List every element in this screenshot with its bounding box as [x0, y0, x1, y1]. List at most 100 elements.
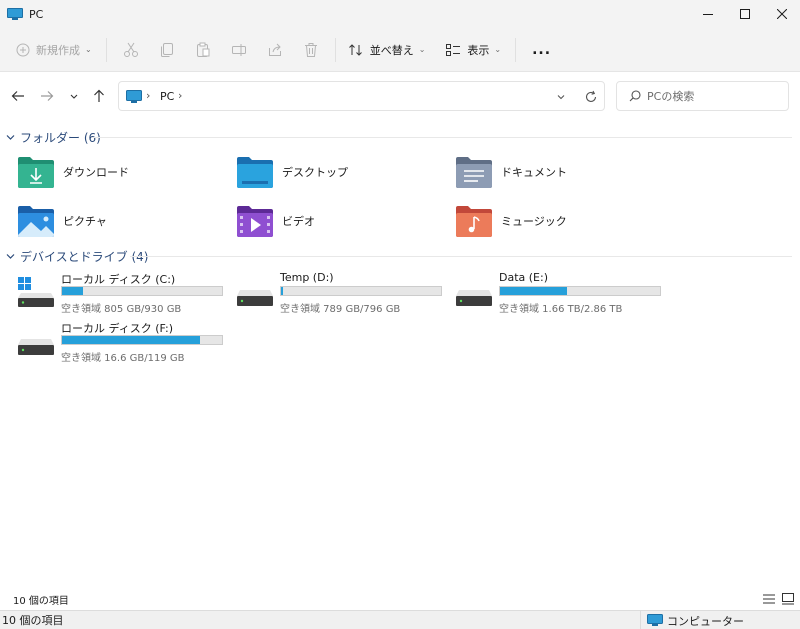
section-divider — [92, 137, 792, 138]
more-options-button[interactable]: ... — [526, 35, 557, 65]
minimize-button[interactable] — [689, 0, 726, 28]
new-button-label: 新規作成 — [36, 43, 80, 57]
drive-f[interactable]: ローカル ディスク (F:) 空き領域 16.6 GB/119 GB — [17, 320, 227, 364]
up-button[interactable] — [90, 87, 108, 105]
status-bar: 10 個の項目 — [0, 590, 800, 608]
bottom-item-count: 10 個の項目 — [2, 614, 64, 627]
drive-name: Temp (D:) — [280, 271, 334, 284]
computer-label: コンピューター — [667, 614, 744, 628]
sort-button[interactable]: 並べ替え ⌄ — [342, 35, 432, 65]
close-button[interactable] — [763, 0, 800, 28]
drive-usage-bar — [280, 286, 442, 296]
breadcrumb-separator-icon[interactable]: › — [178, 89, 182, 102]
folder-name: ダウンロード — [63, 166, 129, 179]
chevron-down-icon — [70, 94, 78, 99]
drive-usage-fill — [62, 336, 200, 344]
share-button[interactable] — [257, 35, 293, 65]
back-button[interactable] — [9, 87, 27, 105]
hard-drive-icon — [237, 290, 273, 306]
rename-button[interactable] — [221, 35, 257, 65]
folder-pictures[interactable]: ピクチャ — [17, 201, 217, 241]
copy-button[interactable] — [149, 35, 185, 65]
folders-section-label: フォルダー (6) — [20, 131, 101, 145]
view-button-label: 表示 — [467, 43, 490, 57]
paste-button[interactable] — [185, 35, 221, 65]
folder-documents[interactable]: ドキュメント — [455, 152, 655, 192]
folder-downloads[interactable]: ダウンロード — [17, 152, 217, 192]
pc-icon — [7, 8, 23, 20]
hard-drive-icon — [456, 290, 492, 306]
window-title: PC — [29, 7, 44, 21]
forward-button[interactable] — [38, 87, 56, 105]
new-button[interactable]: 新規作成 ⌄ — [16, 42, 92, 58]
delete-button[interactable] — [293, 35, 329, 65]
toolbar-divider — [105, 37, 107, 62]
drive-free-space: 空き領域 789 GB/796 GB — [280, 304, 401, 315]
command-bar: 新規作成 ⌄ 並べ替え ⌄ 表示 ⌄ ... — [0, 28, 800, 72]
arrow-right-icon — [41, 91, 54, 101]
search-placeholder: PCの検索 — [647, 90, 695, 103]
close-icon — [776, 9, 787, 19]
system-drive-icon — [18, 277, 54, 307]
details-view-button[interactable] — [761, 592, 777, 606]
breadcrumb-pc[interactable]: PC — [160, 90, 174, 103]
hard-drive-icon — [18, 339, 54, 355]
toolbar-divider — [515, 37, 517, 62]
folder-desktop[interactable]: デスクトップ — [236, 152, 436, 192]
drive-usage-fill — [500, 287, 568, 295]
folder-name: ピクチャ — [63, 215, 107, 228]
drive-c[interactable]: ローカル ディスク (C:) 空き領域 805 GB/930 GB — [17, 271, 227, 315]
videos-folder-icon — [237, 206, 273, 237]
paste-icon — [196, 42, 210, 57]
computer-icon — [647, 614, 663, 626]
folder-music[interactable]: ミュージック — [455, 201, 655, 241]
tiles-view-icon — [782, 593, 794, 605]
folder-videos[interactable]: ビデオ — [236, 201, 436, 241]
cut-button[interactable] — [113, 35, 149, 65]
drive-name: ローカル ディスク (C:) — [61, 273, 176, 286]
drives-section-header[interactable]: デバイスとドライブ (4) — [6, 248, 148, 265]
downloads-folder-icon — [18, 157, 54, 188]
chevron-down-icon: ⌄ — [418, 45, 426, 54]
bottom-status-bar: 10 個の項目 コンピューター — [0, 610, 800, 629]
cut-icon — [123, 42, 138, 57]
sort-button-label: 並べ替え — [369, 43, 414, 57]
folder-name: ビデオ — [282, 215, 315, 228]
folder-name: デスクトップ — [282, 166, 348, 179]
search-box[interactable]: PCの検索 — [616, 81, 789, 111]
folders-section-header[interactable]: フォルダー (6) — [6, 129, 101, 146]
trash-icon — [304, 42, 317, 57]
maximize-icon — [739, 9, 750, 19]
sort-icon — [348, 43, 362, 56]
chevron-down-icon: ⌄ — [494, 45, 502, 54]
section-divider — [130, 256, 792, 257]
refresh-icon[interactable] — [584, 90, 598, 104]
pc-icon — [126, 90, 142, 103]
view-button[interactable]: 表示 ⌄ — [439, 35, 507, 65]
chevron-down-icon: ⌄ — [85, 45, 92, 54]
drive-usage-bar — [61, 286, 223, 296]
tiles-view-button[interactable] — [780, 592, 796, 606]
drive-name: ローカル ディスク (F:) — [61, 322, 173, 335]
drive-free-space: 空き領域 1.66 TB/2.86 TB — [499, 304, 623, 315]
search-icon — [629, 90, 641, 102]
address-bar[interactable]: › PC › — [118, 81, 605, 111]
drive-usage-fill — [281, 287, 283, 295]
music-folder-icon — [456, 206, 492, 237]
desktop-folder-icon — [237, 157, 273, 188]
view-layout-icon — [446, 43, 461, 56]
pictures-folder-icon — [18, 206, 54, 237]
toolbar-divider — [334, 37, 336, 62]
rename-icon — [231, 43, 246, 56]
recent-locations-button[interactable] — [65, 87, 83, 105]
drive-e[interactable]: Data (E:) 空き領域 1.66 TB/2.86 TB — [455, 271, 665, 315]
details-view-icon — [763, 594, 775, 604]
drive-free-space: 空き領域 805 GB/930 GB — [61, 304, 182, 315]
chevron-down-icon — [6, 254, 15, 259]
maximize-button[interactable] — [726, 0, 763, 28]
breadcrumb-separator-icon: › — [146, 89, 151, 102]
folder-name: ミュージック — [501, 215, 567, 228]
chevron-down-icon[interactable] — [556, 92, 566, 102]
drive-usage-fill — [62, 287, 83, 295]
drive-d[interactable]: Temp (D:) 空き領域 789 GB/796 GB — [236, 271, 446, 315]
